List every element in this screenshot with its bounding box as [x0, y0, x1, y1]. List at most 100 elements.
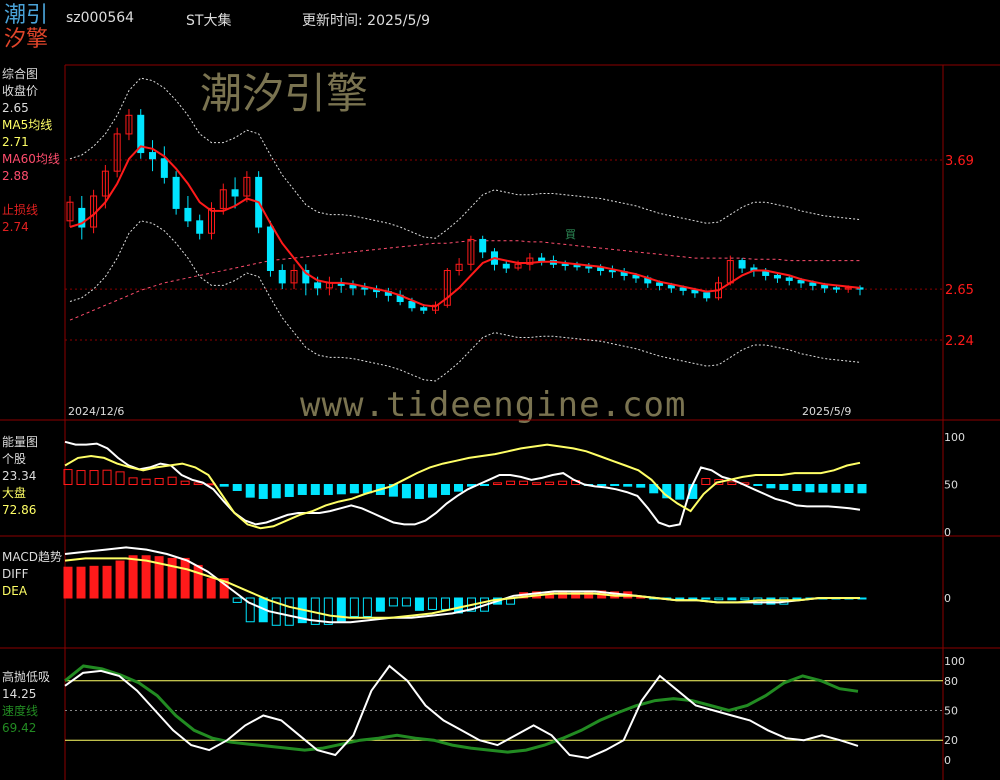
chart-frame: [0, 64, 1000, 780]
energy-bar: [597, 484, 607, 486]
energy-bar: [805, 484, 815, 493]
energy-bar: [623, 484, 633, 487]
energy-bar: [349, 484, 359, 494]
energy-bar: [844, 484, 854, 493]
hl-tick: 0: [944, 754, 951, 767]
energy-bar: [297, 484, 307, 495]
buy-marker: 買: [565, 228, 576, 241]
energy-bar: [779, 484, 789, 490]
macd-bar: [76, 566, 86, 599]
candle-body: [738, 260, 746, 269]
energy-bar: [792, 484, 802, 491]
candle-body: [538, 257, 546, 262]
hl-tick: 80: [944, 675, 958, 688]
macd-bar: [740, 597, 750, 601]
energy-bar: [115, 471, 125, 485]
candle-body: [773, 274, 781, 279]
energy-bar: [453, 484, 463, 492]
macd-bar: [284, 597, 294, 626]
energy-bar: [506, 480, 516, 485]
candle-body: [184, 207, 192, 222]
hl-value-line: [64, 664, 859, 760]
hl-tick: 100: [944, 655, 965, 668]
energy-bar: [766, 484, 776, 489]
macd-zero-tick: 0: [944, 592, 951, 605]
energy-bar: [818, 484, 828, 493]
energy-bar: [258, 484, 268, 499]
energy-bar: [141, 478, 151, 485]
macd-bar: [180, 557, 190, 599]
macd-bar: [427, 597, 437, 610]
energy-tick: 100: [944, 431, 965, 444]
macd-bar: [128, 555, 138, 599]
candle-body: [573, 265, 581, 268]
price-tick-label: 2.24: [945, 334, 974, 349]
candle-body: [608, 269, 616, 273]
energy-bar: [232, 484, 242, 491]
candle-body: [420, 307, 428, 311]
energy-bar: [440, 484, 450, 495]
candle-body: [408, 301, 416, 309]
candle-body: [821, 284, 829, 289]
candle-body: [785, 277, 793, 281]
start-date-label: 2024/12/6: [68, 405, 124, 418]
candle-body: [278, 269, 286, 284]
hl-tick: 20: [944, 734, 958, 747]
energy-bar: [102, 469, 112, 486]
energy-bar: [532, 482, 542, 485]
candle-body: [832, 287, 840, 290]
macd-bar: [349, 597, 359, 617]
macd-bar: [388, 597, 398, 607]
macd-bar: [362, 597, 372, 617]
ma5-line: [69, 145, 861, 308]
energy-bar: [401, 484, 411, 499]
macd-bar: [89, 565, 99, 599]
main-panel: 3.69 2.65 2.24 買 2024/12/6 2025/5/9: [65, 77, 974, 418]
energy-bar: [753, 484, 763, 486]
energy-bar: [167, 476, 177, 485]
macd-bar: [193, 564, 203, 599]
candle-body: [160, 158, 168, 178]
energy-bar: [154, 478, 164, 486]
macd-bar: [701, 597, 711, 600]
energy-bar: [727, 481, 737, 485]
hl-tick: 50: [944, 705, 958, 718]
macd-bar: [167, 557, 177, 599]
hl-panel: 100 80 50 20 0: [64, 655, 965, 767]
candle-body: [479, 238, 487, 253]
candle-body: [314, 282, 322, 289]
energy-bar: [610, 484, 620, 486]
macd-bar: [792, 597, 802, 600]
energy-bar: [701, 478, 711, 486]
stock-chart: 3.692.652.24買2024/12/6 2025/5/9 100500 0 …: [0, 64, 1000, 780]
candle-body: [691, 289, 699, 294]
macd-bar: [675, 597, 685, 600]
band-lower: [69, 220, 861, 382]
candle-body: [266, 226, 274, 271]
candle-body: [656, 282, 664, 286]
candle-body: [597, 267, 605, 271]
energy-bar: [310, 484, 320, 495]
macd-bar: [714, 597, 724, 601]
energy-bar: [219, 484, 229, 487]
energy-bar: [89, 470, 99, 486]
candle-body: [231, 189, 239, 197]
energy-bar: [636, 484, 646, 488]
macd-bar: [414, 597, 424, 611]
energy-bar: [857, 484, 867, 494]
candle-body: [349, 284, 357, 289]
energy-bar: [545, 481, 555, 485]
candle-body: [679, 287, 687, 291]
energy-tick: 50: [944, 479, 958, 492]
energy-bar: [284, 484, 294, 497]
macd-bar: [102, 565, 112, 599]
candle-body: [196, 220, 204, 234]
energy-panel: 100 50 0: [63, 431, 965, 539]
price-tick-label: 3.69: [945, 154, 974, 169]
macd-bar: [688, 597, 698, 600]
candle-body: [809, 282, 817, 286]
energy-bar: [675, 484, 685, 500]
macd-bar: [375, 597, 385, 612]
candle-body: [667, 284, 675, 289]
energy-bar: [271, 484, 281, 499]
